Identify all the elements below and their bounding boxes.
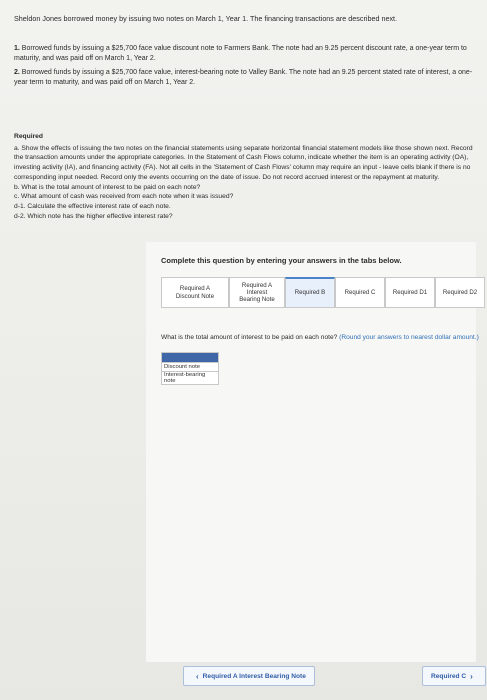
next-button[interactable]: Required C › [422, 666, 486, 686]
question-prompt: What is the total amount of interest to … [161, 334, 338, 341]
tab-required-d1[interactable]: Required D1 [385, 277, 435, 307]
tab-bar: Required A Discount Note Required A Inte… [161, 277, 485, 308]
complete-instruction: Complete this question by entering your … [161, 256, 402, 265]
transaction-list: 1. Borrowed funds by issuing a $25,700 f… [14, 44, 474, 93]
chevron-right-icon: › [470, 671, 473, 681]
required-d2: d-2. Which note has the higher effective… [14, 212, 173, 220]
row-label-discount-note: Discount note [161, 362, 219, 372]
table-header-cell [161, 352, 219, 363]
required-a: a. Show the effects of issuing the two n… [14, 144, 473, 181]
required-b: b. What is the total amount of interest … [14, 183, 201, 191]
row-label-interest-bearing-note: Interest-bearing note [161, 371, 219, 385]
transaction-1-number: 1. [14, 45, 20, 52]
transaction-2: 2. Borrowed funds by issuing a $25,700 f… [14, 68, 474, 88]
previous-button[interactable]: ‹ Required A Interest Bearing Note [183, 666, 315, 686]
interest-table: Discount note Interest-bearing note [161, 352, 219, 385]
tab-required-a-interest-bearing-note[interactable]: Required A Interest Bearing Note [229, 277, 285, 307]
transaction-2-number: 2. [14, 69, 20, 77]
tab-required-a-discount-note[interactable]: Required A Discount Note [161, 277, 229, 307]
transaction-2-text: Borrowed funds by issuing a $25,700 face… [14, 69, 473, 87]
table-header-bar [161, 352, 219, 363]
homework-page: Sheldon Jones borrowed money by issuing … [0, 0, 487, 700]
next-button-label: Required C [431, 672, 467, 680]
tab-required-d2[interactable]: Required D2 [435, 277, 485, 307]
required-c: c. What amount of cash was received from… [14, 193, 234, 201]
table-row: Discount note [161, 362, 219, 372]
intro-text: Sheldon Jones borrowed money by issuing … [14, 14, 398, 23]
question-text: What is the total amount of interest to … [161, 334, 479, 341]
question-hint: (Round your answers to nearest dollar am… [339, 334, 479, 341]
transaction-1: 1. Borrowed funds by issuing a $25,700 f… [14, 44, 474, 64]
chevron-left-icon: ‹ [196, 671, 199, 681]
tab-required-c[interactable]: Required C [335, 277, 385, 307]
table-row: Interest-bearing note [161, 371, 219, 385]
previous-button-label: Required A Interest Bearing Note [202, 672, 306, 680]
required-heading: Required [14, 133, 43, 140]
required-d1: d-1. Calculate the effective interest ra… [14, 203, 171, 211]
required-section: Required a. Show the effects of issuing … [14, 132, 480, 221]
transaction-1-text: Borrowed funds by issuing a $25,700 face… [14, 45, 467, 63]
tab-required-b[interactable]: Required B [285, 277, 335, 307]
